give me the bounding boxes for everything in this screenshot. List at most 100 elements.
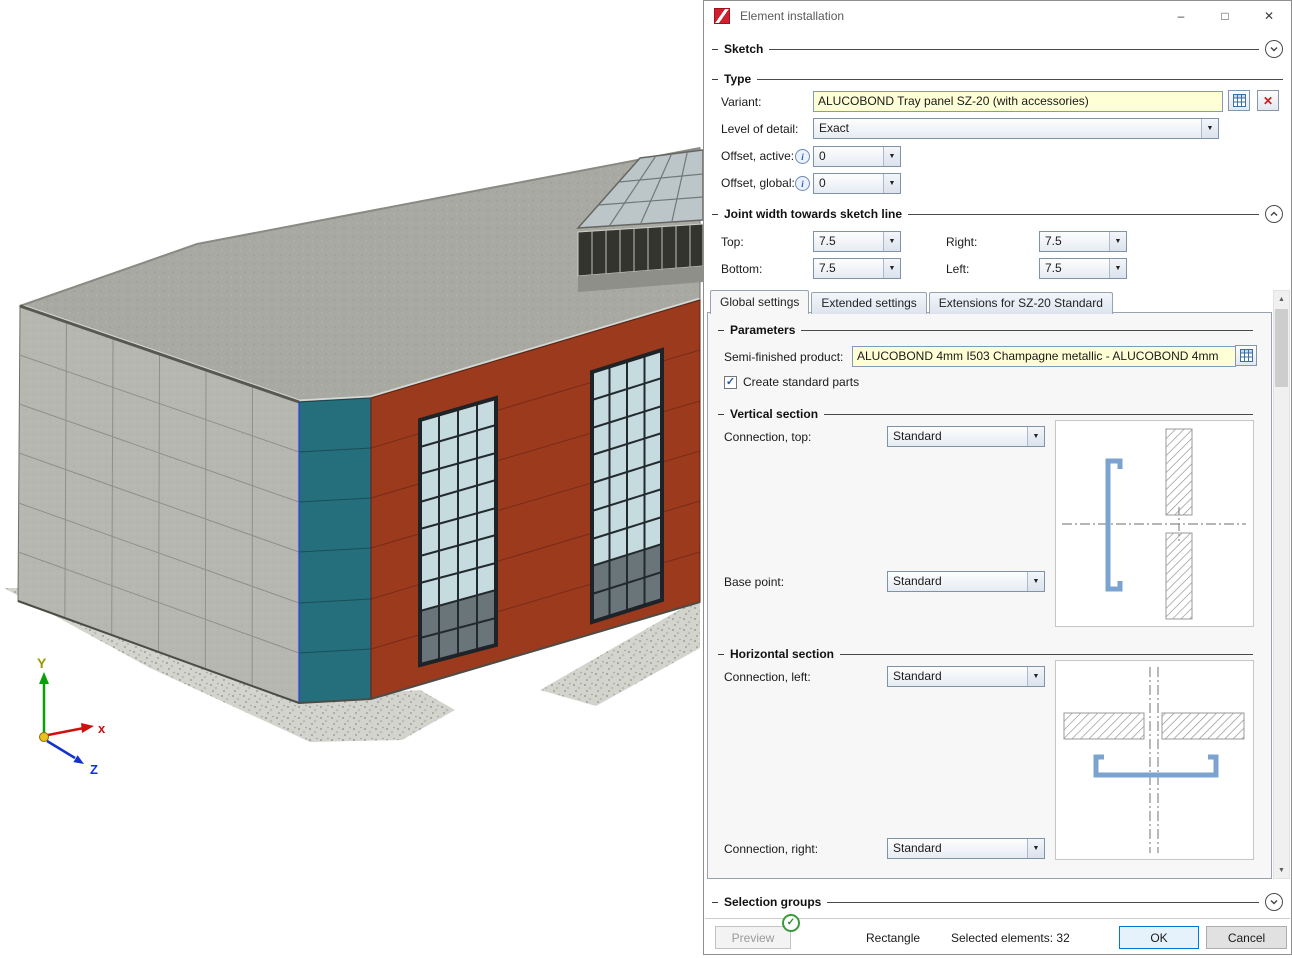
joint-bottom-label: Bottom:	[721, 262, 762, 276]
offset-active-value: 0	[814, 147, 883, 166]
horizontal-section-drawing	[1056, 661, 1253, 859]
catalog-table-icon	[1233, 94, 1246, 107]
element-installation-dialog: Element installation – □ ✕ Sketch Type V…	[703, 0, 1292, 955]
offset-global-value: 0	[814, 174, 883, 193]
joint-right-select[interactable]: 7.5 ▼	[1039, 231, 1127, 252]
base-point-label: Base point:	[724, 575, 784, 589]
offset-global-select[interactable]: 0 ▼	[813, 173, 901, 194]
selection-groups-expand-button[interactable]	[1265, 893, 1283, 911]
info-icon[interactable]: i	[795, 149, 810, 164]
joint-top-value: 7.5	[814, 232, 883, 251]
joint-right-value: 7.5	[1040, 232, 1109, 251]
connection-left-value: Standard	[888, 667, 1027, 686]
x-axis-arrow	[81, 723, 94, 733]
preview-button-label: Preview	[732, 931, 775, 945]
tray-profile-vertical	[1108, 461, 1120, 589]
type-group-label: Type	[724, 72, 751, 86]
product-catalog-button[interactable]	[1235, 345, 1257, 366]
scrollbar-thumb[interactable]	[1275, 309, 1288, 387]
joint-bottom-select[interactable]: 7.5 ▼	[813, 258, 901, 279]
maximize-button[interactable]: □	[1203, 1, 1247, 31]
parameters-group-label: Parameters	[730, 323, 795, 337]
joint-top-select[interactable]: 7.5 ▼	[813, 231, 901, 252]
remove-x-icon: ✕	[1263, 94, 1273, 108]
semi-finished-product-field[interactable]: ALUCOBOND 4mm I503 Champagne metallic - …	[852, 346, 1236, 367]
selected-elements-count: Selected elements: 32	[951, 931, 1070, 945]
axis-origin	[40, 733, 49, 742]
create-standard-parts-label: Create standard parts	[743, 375, 859, 389]
chevron-down-icon: ▼	[883, 147, 900, 166]
offset-global-label: Offset, global:	[721, 176, 795, 190]
level-of-detail-label: Level of detail:	[721, 122, 798, 136]
base-point-value: Standard	[888, 572, 1027, 591]
global-settings-panel: Parameters Semi-finished product: ALUCOB…	[707, 312, 1272, 879]
building-teal-corner	[299, 398, 371, 703]
joint-left-select[interactable]: 7.5 ▼	[1039, 258, 1127, 279]
vertical-section-preview	[1055, 420, 1254, 627]
connection-right-select[interactable]: Standard ▼	[887, 838, 1045, 859]
chevron-down-icon: ▼	[1109, 259, 1126, 278]
panel-scrollbar[interactable]: ▲ ▼	[1273, 290, 1290, 879]
parameters-group-header: Parameters	[718, 322, 1253, 338]
cancel-button-label: Cancel	[1228, 931, 1265, 945]
joint-collapse-button[interactable]	[1265, 205, 1283, 223]
base-point-select[interactable]: Standard ▼	[887, 571, 1045, 592]
scroll-down-button[interactable]: ▼	[1274, 862, 1289, 878]
connection-left-label: Connection, left:	[724, 670, 811, 684]
info-icon[interactable]: i	[795, 176, 810, 191]
building-render: Y x Z	[0, 0, 703, 955]
ok-button-label: OK	[1150, 931, 1167, 945]
app-icon	[714, 8, 730, 24]
tab-global-settings[interactable]: Global settings	[710, 290, 809, 314]
chevron-up-icon	[1268, 208, 1280, 220]
connection-top-value: Standard	[888, 427, 1027, 446]
connection-right-label: Connection, right:	[724, 842, 818, 856]
3d-viewport[interactable]: Y x Z	[0, 0, 703, 955]
level-of-detail-select[interactable]: Exact ▼	[813, 118, 1219, 139]
chevron-down-icon	[1268, 43, 1280, 55]
cancel-button[interactable]: Cancel	[1206, 926, 1287, 949]
preview-button[interactable]: Preview	[715, 926, 791, 949]
chevron-down-icon: ▼	[883, 259, 900, 278]
x-axis-label: x	[98, 721, 106, 736]
check-icon: ✓	[726, 376, 735, 388]
create-standard-parts-checkbox[interactable]: ✓	[724, 376, 737, 389]
close-button[interactable]: ✕	[1247, 1, 1291, 31]
scroll-up-button[interactable]: ▲	[1274, 291, 1289, 307]
connection-top-label: Connection, top:	[724, 430, 811, 444]
offset-active-label: Offset, active:	[721, 149, 794, 163]
joint-right-label: Right:	[946, 235, 977, 249]
selection-mode-text: Rectangle	[866, 931, 920, 945]
variant-catalog-button[interactable]	[1228, 90, 1250, 111]
chevron-down-icon: ▼	[1201, 119, 1218, 138]
vertical-section-drawing	[1056, 421, 1253, 626]
chevron-down-icon: ▼	[1027, 427, 1044, 446]
connection-top-select[interactable]: Standard ▼	[887, 426, 1045, 447]
preview-status-check-icon: ✓	[782, 914, 800, 932]
sketch-group-label: Sketch	[724, 42, 763, 56]
selection-groups-label: Selection groups	[724, 895, 821, 909]
sketch-expand-button[interactable]	[1265, 40, 1283, 58]
chevron-down-icon: ▼	[1027, 839, 1044, 858]
chevron-down-icon: ▼	[1027, 667, 1044, 686]
tab-extensions-sz20[interactable]: Extensions for SZ-20 Standard	[929, 292, 1113, 314]
minimize-button[interactable]: –	[1159, 1, 1203, 31]
semi-finished-product-label: Semi-finished product:	[724, 350, 843, 364]
connection-left-select[interactable]: Standard ▼	[887, 666, 1045, 687]
offset-active-select[interactable]: 0 ▼	[813, 146, 901, 167]
dialog-titlebar[interactable]: Element installation – □ ✕	[704, 1, 1291, 31]
dialog-title: Element installation	[740, 1, 844, 31]
variant-field[interactable]: ALUCOBOND Tray panel SZ-20 (with accesso…	[813, 91, 1223, 112]
tab-extended-settings[interactable]: Extended settings	[811, 292, 926, 314]
chevron-down-icon: ▼	[883, 232, 900, 251]
sketch-group-header: Sketch	[712, 41, 1283, 57]
variant-remove-button[interactable]: ✕	[1257, 90, 1279, 111]
chevron-down-icon: ▼	[1027, 572, 1044, 591]
catalog-table-icon	[1240, 349, 1253, 362]
z-axis-label: Z	[90, 762, 98, 777]
horizontal-section-preview	[1055, 660, 1254, 860]
ok-button[interactable]: OK	[1119, 926, 1199, 949]
chevron-down-icon: ▼	[883, 174, 900, 193]
connection-right-value: Standard	[888, 839, 1027, 858]
tray-profile-horizontal	[1096, 757, 1216, 775]
